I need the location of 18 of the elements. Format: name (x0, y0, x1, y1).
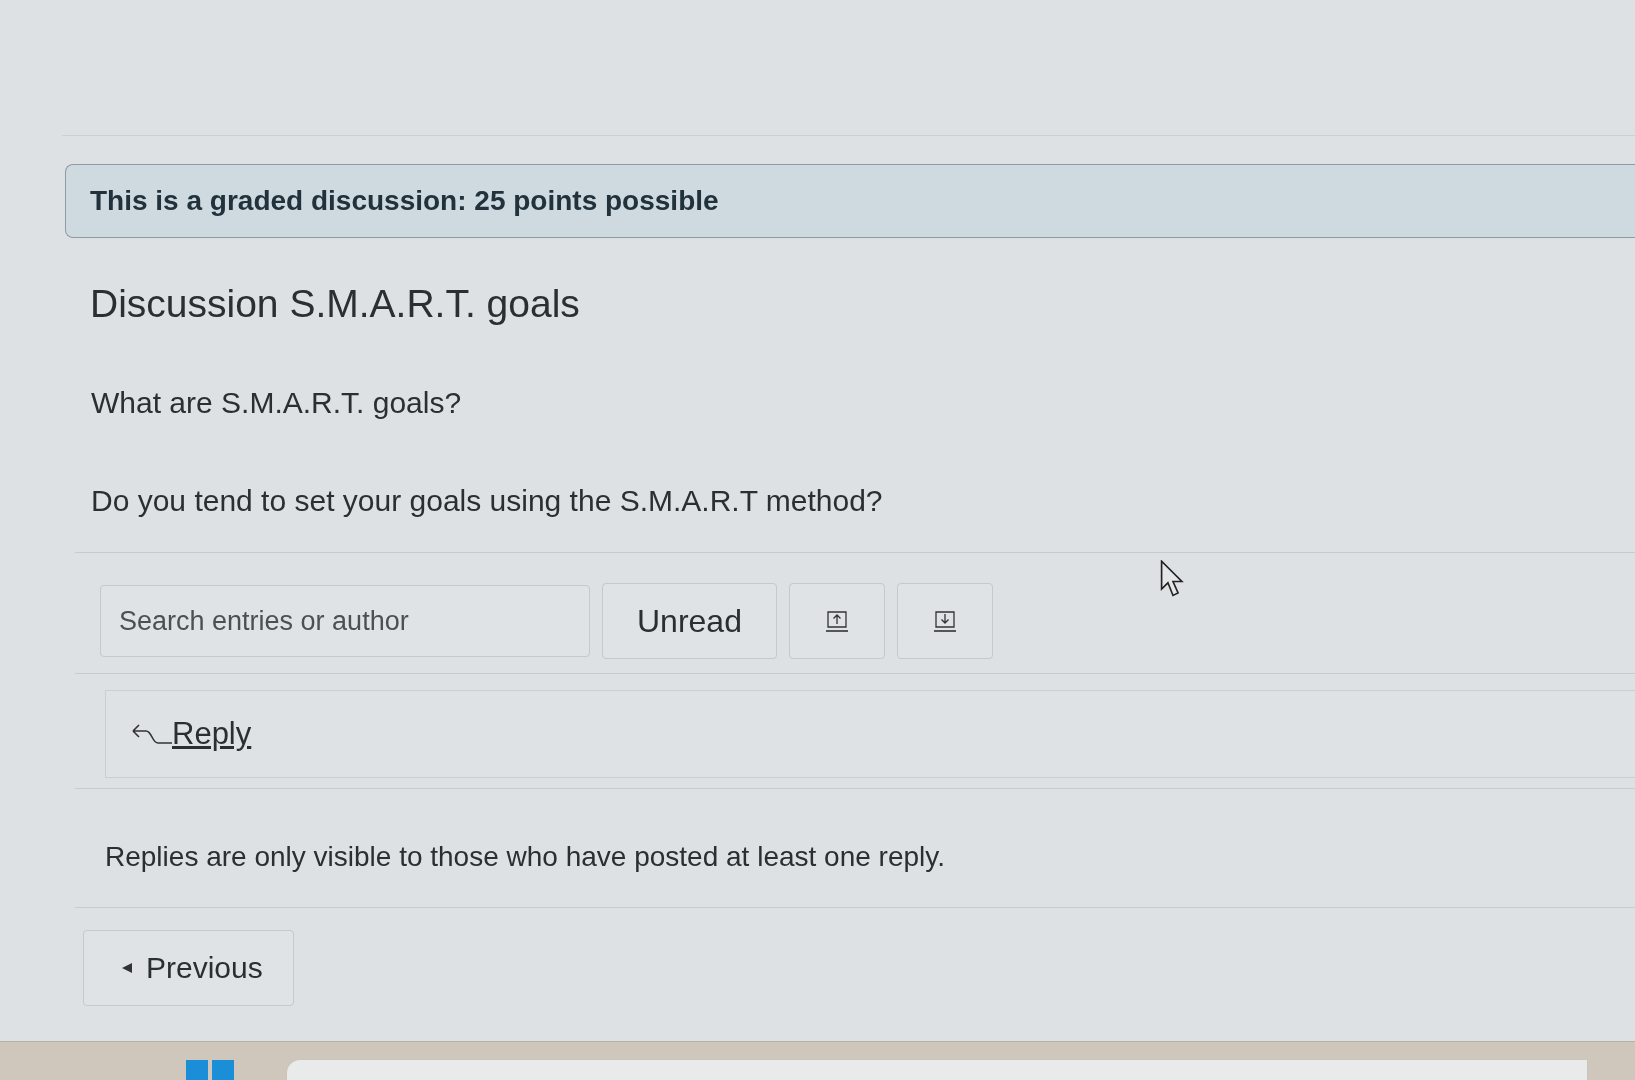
reply-link[interactable]: Reply (132, 716, 252, 752)
left-triangle-icon (122, 963, 132, 973)
discussion-text: Do you tend to set your goals using the S.M.A.R.T method? (91, 484, 884, 518)
upload-arrow-icon (825, 610, 848, 632)
banner-text: This is a graded discussion: 25 points possible (90, 185, 719, 216)
discussion-title: Discussion S.M.A.R.T. goals (90, 282, 581, 326)
discussion-text: What are S.M.A.R.T. goals? (91, 386, 463, 420)
unread-button[interactable]: Unread (602, 583, 777, 659)
replies-notice: Replies are only visible to those who have posted at least one reply. (105, 841, 946, 873)
four-squares-icon[interactable] (186, 1060, 234, 1080)
download-arrow-icon (933, 610, 956, 632)
sort-up-button[interactable] (788, 583, 885, 659)
sort-down-button[interactable] (896, 583, 993, 659)
previous-button[interactable]: Previous (83, 930, 294, 1006)
taskbar-search-field[interactable] (286, 1059, 1588, 1080)
reply-arrow-icon (132, 724, 172, 746)
search-field[interactable]: Search entries or author (100, 585, 590, 657)
mouse-cursor-icon (1160, 560, 1186, 598)
